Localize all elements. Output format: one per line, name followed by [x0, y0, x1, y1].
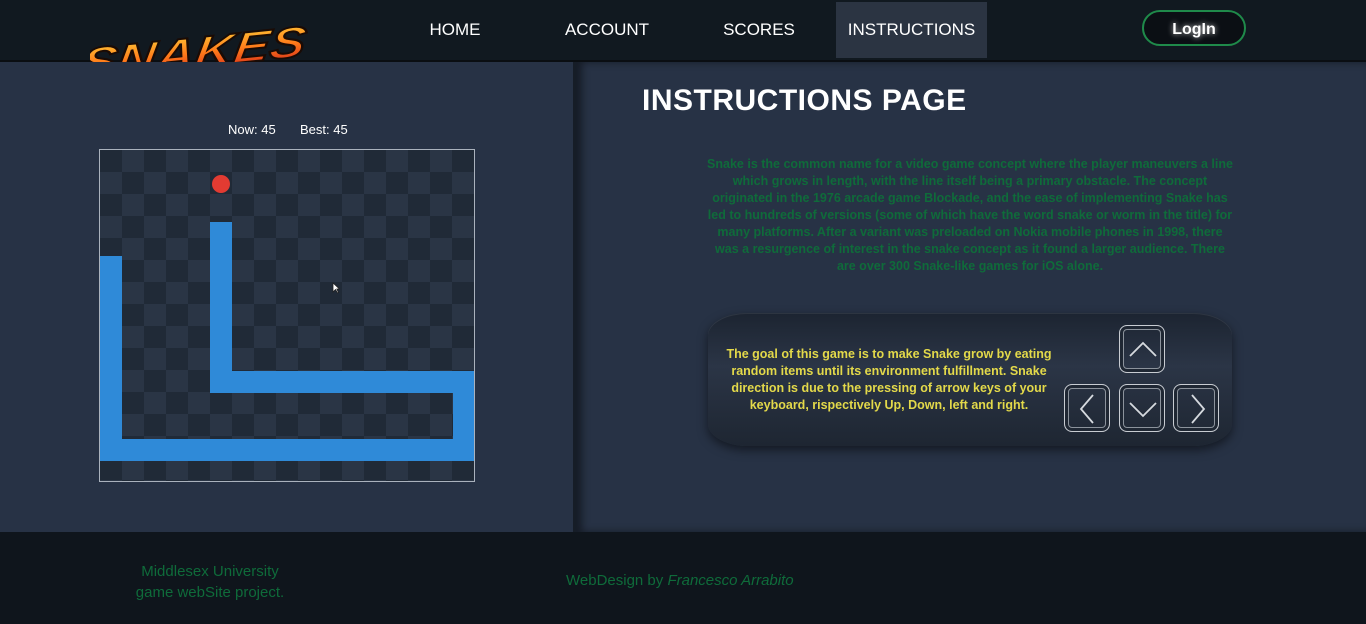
nav-scores[interactable]: SCORES	[712, 2, 806, 58]
arrow-left-key	[1064, 384, 1110, 432]
mouse-cursor-icon	[332, 282, 340, 294]
credit-prefix: WebDesign by	[566, 572, 668, 589]
login-button[interactable]: LogIn	[1142, 10, 1246, 46]
nav-home[interactable]: HOME	[406, 2, 504, 58]
snake-segment	[210, 371, 474, 393]
chevron-left-icon	[1079, 394, 1094, 424]
food-item	[212, 175, 230, 193]
instructions-panel	[576, 62, 1366, 532]
footer-line-2: game webSite project.	[135, 584, 285, 601]
arrow-up-key	[1119, 325, 1165, 373]
chevron-down-icon	[1129, 402, 1157, 418]
top-navbar: SNAKES HOME ACCOUNT SCORES INSTRUCTIONS …	[0, 0, 1366, 80]
intro-paragraph: Snake is the common name for a video gam…	[707, 157, 1233, 273]
footer-credit: WebDesign by Francesco Arrabito	[566, 572, 794, 589]
credit-author: Francesco Arrabito	[667, 572, 794, 589]
snake-segment	[100, 439, 474, 461]
chevron-up-icon	[1129, 341, 1157, 357]
snake-segment	[210, 222, 232, 392]
arrow-right-key	[1173, 384, 1219, 432]
page-title: INSTRUCTIONS PAGE	[642, 84, 967, 117]
footer-university: Middlesex University game webSite projec…	[100, 561, 320, 603]
nav-instructions[interactable]: INSTRUCTIONS	[836, 2, 987, 58]
snake-segment	[100, 256, 122, 461]
goal-paragraph: The goal of this game is to make Snake g…	[726, 347, 1052, 412]
current-score: Now: 45	[228, 122, 276, 137]
chevron-right-icon	[1191, 394, 1206, 424]
arrow-down-key	[1119, 384, 1165, 432]
nav-account[interactable]: ACCOUNT	[550, 2, 664, 58]
game-board[interactable]	[99, 149, 475, 482]
footer-line-1: Middlesex University	[141, 563, 279, 580]
best-score: Best: 45	[300, 122, 348, 137]
